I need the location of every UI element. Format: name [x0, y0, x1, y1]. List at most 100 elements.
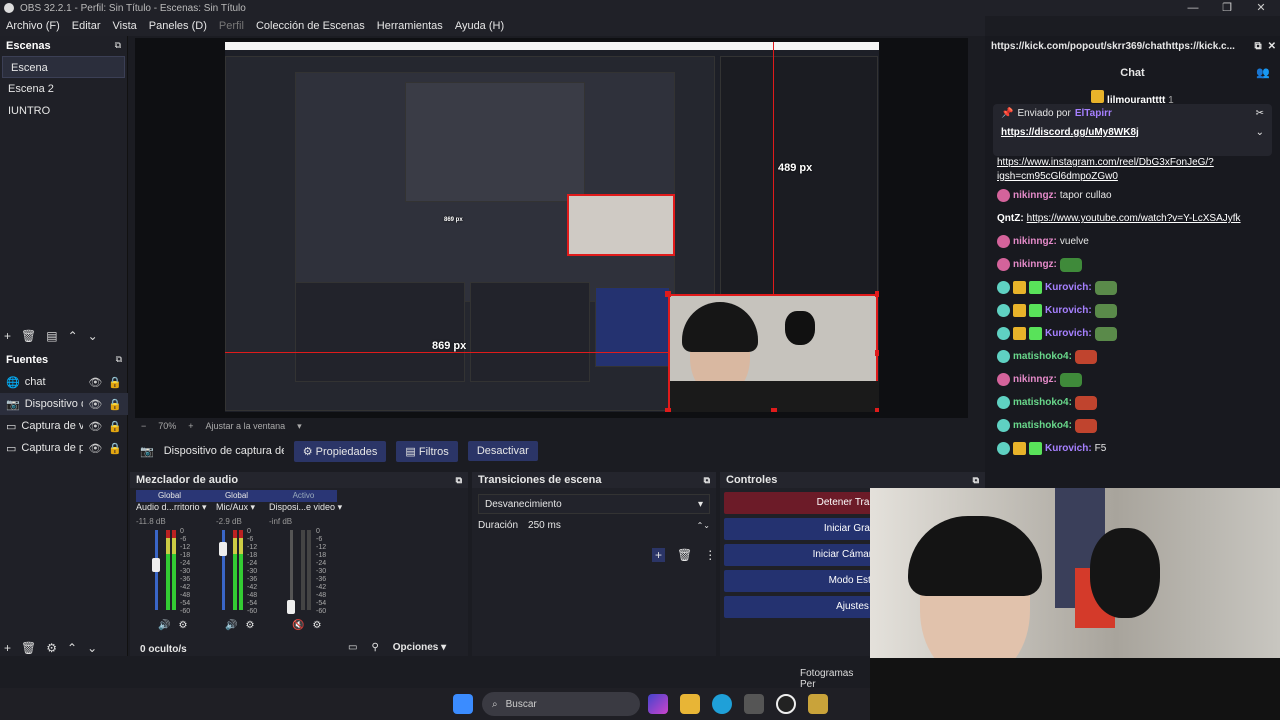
- scene-filter-icon[interactable]: ▤: [46, 329, 57, 343]
- gear-icon[interactable]: ⚙: [178, 620, 187, 631]
- speaker-icon[interactable]: 🔊: [225, 620, 237, 631]
- menu-perfil[interactable]: Perfil: [213, 20, 250, 32]
- scene-item[interactable]: IUNTRO: [0, 100, 127, 122]
- taskbar-search[interactable]: ⌕ Buscar: [482, 692, 640, 716]
- move-up-icon[interactable]: ⌃: [67, 641, 77, 655]
- menu-vista[interactable]: Vista: [107, 20, 143, 32]
- undock-icon[interactable]: ⧉: [116, 354, 122, 366]
- chevron-down-icon[interactable]: ▾: [297, 421, 302, 432]
- remove-transition-icon[interactable]: 🗑: [677, 548, 692, 562]
- gear-icon[interactable]: ⚙: [312, 620, 321, 631]
- chat-username[interactable]: nikinngz:: [1013, 190, 1057, 201]
- more-icon[interactable]: ⋮: [704, 548, 716, 562]
- scene-item[interactable]: Escena: [2, 56, 125, 78]
- lock-icon[interactable]: 🔒: [108, 442, 122, 455]
- lock-icon[interactable]: 🔒: [108, 398, 122, 411]
- visibility-icon[interactable]: 👁: [88, 398, 102, 411]
- chat-username[interactable]: matishoko4:: [1013, 420, 1072, 431]
- chat-username[interactable]: nikinngz:: [1013, 374, 1057, 385]
- undock-icon[interactable]: ⧉: [115, 40, 121, 52]
- source-item[interactable]: 📷 Dispositivo de 👁🔒: [0, 393, 128, 415]
- visibility-icon[interactable]: 👁: [88, 376, 102, 389]
- menu-paneles[interactable]: Paneles (D): [143, 20, 213, 32]
- undock-icon[interactable]: ⧉: [1254, 41, 1261, 52]
- chevron-down-icon[interactable]: ▾: [251, 502, 256, 512]
- menu-coleccion[interactable]: Colección de Escenas: [250, 20, 371, 32]
- chat-username[interactable]: nikinngz:: [1013, 259, 1057, 270]
- menu-editar[interactable]: Editar: [66, 20, 107, 32]
- fader-knob[interactable]: [219, 542, 227, 556]
- app-icon[interactable]: [808, 694, 828, 714]
- add-scene-icon[interactable]: +: [4, 329, 11, 343]
- zoom-out-icon[interactable]: −: [141, 421, 146, 431]
- volume-fader[interactable]: [290, 530, 293, 610]
- spin-icon[interactable]: ⌃⌄: [697, 521, 710, 530]
- muted-speaker-icon[interactable]: 🔇: [292, 620, 304, 631]
- store-icon[interactable]: [744, 694, 764, 714]
- source-item[interactable]: 🌐 chat 👁 🔒: [0, 371, 128, 393]
- fit-window-select[interactable]: Ajustar a la ventana: [206, 421, 286, 431]
- menu-ayuda[interactable]: Ayuda (H): [449, 20, 510, 32]
- copilot-icon[interactable]: [648, 694, 668, 714]
- move-down-icon[interactable]: ⌄: [88, 329, 98, 343]
- pinned-link[interactable]: https://discord.gg/uMy8WK8j: [1001, 127, 1139, 138]
- chat-username[interactable]: QntZ:: [997, 213, 1024, 224]
- gear-icon[interactable]: ⚙: [245, 620, 254, 631]
- speaker-icon[interactable]: 🔊: [158, 620, 170, 631]
- webcam-source-selection[interactable]: [668, 294, 879, 412]
- chevron-down-icon[interactable]: ▾: [202, 502, 207, 512]
- minimize-button[interactable]: —: [1176, 0, 1210, 16]
- move-down-icon[interactable]: ⌄: [87, 641, 97, 655]
- lock-icon[interactable]: 🔒: [108, 420, 122, 433]
- close-icon[interactable]: ✕: [1268, 41, 1276, 52]
- resize-handle[interactable]: [771, 408, 777, 412]
- add-source-icon[interactable]: +: [4, 641, 11, 655]
- undock-icon[interactable]: ⧉: [704, 475, 710, 486]
- chevron-down-icon[interactable]: ▾: [338, 502, 343, 512]
- file-explorer-icon[interactable]: [680, 694, 700, 714]
- resize-handle[interactable]: [875, 408, 879, 412]
- properties-button[interactable]: ⚙ Propiedades: [293, 440, 387, 462]
- source-item[interactable]: ▭ Captura de pa 👁🔒: [0, 437, 128, 459]
- move-up-icon[interactable]: ⌃: [68, 329, 78, 343]
- users-icon[interactable]: 👥: [1256, 56, 1270, 90]
- preview-canvas[interactable]: 489 px 869 px 869 px: [225, 42, 879, 412]
- windows-start-icon[interactable]: [453, 694, 473, 714]
- visibility-icon[interactable]: 👁: [88, 420, 102, 433]
- chat-username[interactable]: nikinngz:: [1013, 236, 1057, 247]
- undock-icon[interactable]: ⧉: [456, 475, 462, 486]
- transition-select[interactable]: Desvanecimiento ▾: [478, 494, 710, 514]
- close-button[interactable]: ✕: [1244, 0, 1278, 16]
- resize-handle[interactable]: [665, 291, 671, 297]
- resize-handle[interactable]: [875, 291, 879, 297]
- undock-icon[interactable]: ⧉: [973, 475, 979, 486]
- edge-icon[interactable]: [712, 694, 732, 714]
- menu-herramientas[interactable]: Herramientas: [371, 20, 449, 32]
- lock-icon[interactable]: 🔒: [108, 376, 122, 389]
- maximize-button[interactable]: ❐: [1210, 0, 1244, 16]
- visibility-icon[interactable]: 👁: [88, 442, 102, 455]
- deactivate-button[interactable]: Desactivar: [467, 441, 538, 461]
- resize-handle[interactable]: [875, 350, 879, 356]
- chat-text[interactable]: https://www.youtube.com/watch?v=Y-LcXSAJ…: [1027, 213, 1241, 224]
- chat-username[interactable]: Kurovich:: [1045, 443, 1092, 454]
- layout-icon[interactable]: ▭: [348, 642, 357, 653]
- pinned-message[interactable]: 📌 Enviado por ElTapirr ✂ https://discord…: [993, 104, 1272, 156]
- remove-source-icon[interactable]: 🗑: [21, 641, 36, 655]
- chat-username[interactable]: matishoko4:: [1013, 397, 1072, 408]
- remove-scene-icon[interactable]: 🗑: [21, 329, 36, 343]
- chat-username[interactable]: Kurovich:: [1045, 305, 1092, 316]
- resize-handle[interactable]: [665, 408, 671, 412]
- chat-username[interactable]: Kurovich:: [1045, 328, 1092, 339]
- options-button[interactable]: Opciones ▾: [393, 642, 446, 653]
- scene-item[interactable]: Escena 2: [0, 78, 127, 100]
- menu-archivo[interactable]: Archivo (F): [0, 20, 66, 32]
- fader-knob[interactable]: [287, 600, 295, 614]
- filters-button[interactable]: ▤ Filtros: [396, 440, 458, 462]
- zoom-in-icon[interactable]: +: [188, 421, 193, 431]
- chat-username[interactable]: Kurovich:: [1045, 282, 1092, 293]
- unpin-icon[interactable]: ✂: [1256, 108, 1264, 119]
- add-transition-icon[interactable]: +: [652, 548, 666, 562]
- link-icon[interactable]: ⚲: [371, 642, 378, 653]
- fader-knob[interactable]: [152, 558, 160, 572]
